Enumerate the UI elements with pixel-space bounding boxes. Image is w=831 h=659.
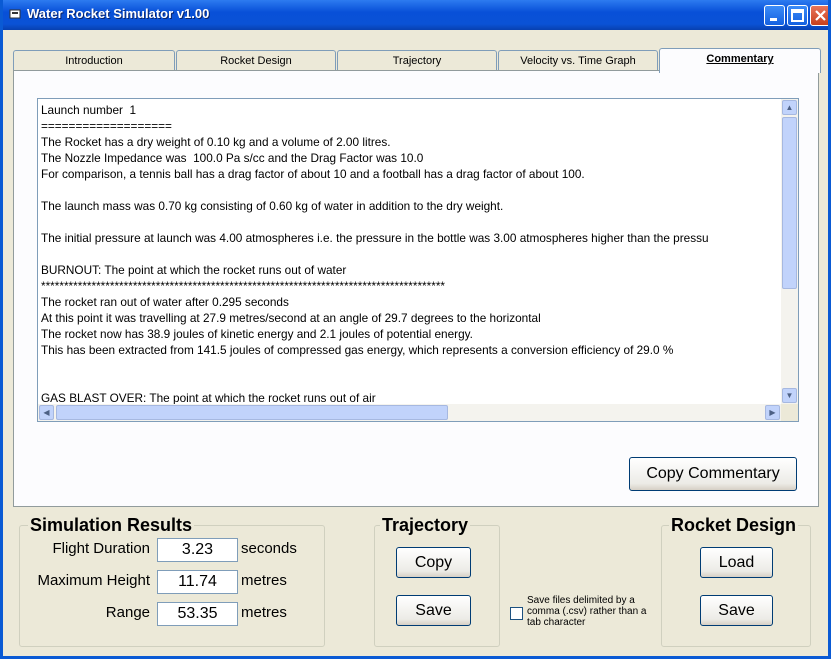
commentary-line: The rocket now has 38.9 joules of kineti… — [41, 327, 473, 341]
rocket-design-load-button[interactable]: Load — [700, 547, 773, 578]
close-button[interactable] — [810, 5, 828, 26]
commentary-line: This has been extracted from 141.5 joule… — [41, 343, 674, 357]
scroll-right-icon[interactable]: ▶ — [765, 405, 780, 420]
commentary-line: For comparison, a tennis ball has a drag… — [41, 167, 585, 181]
horizontal-scrollbar[interactable]: ◀ ▶ — [38, 404, 781, 421]
window-title: Water Rocket Simulator v1.00 — [27, 6, 210, 21]
scroll-left-icon[interactable]: ◀ — [39, 405, 54, 420]
scroll-corner — [781, 404, 798, 421]
trajectory-title: Trajectory — [380, 515, 471, 536]
rocket-icon — [9, 9, 21, 19]
vertical-scroll-thumb[interactable] — [782, 117, 797, 289]
scroll-up-icon[interactable]: ▲ — [782, 100, 797, 115]
maximum-height-label: Maximum Height — [37, 572, 150, 589]
flight-duration-label: Flight Duration — [52, 540, 150, 557]
minimize-icon — [770, 18, 777, 21]
trajectory-group: Trajectory Copy Save — [374, 515, 500, 647]
copy-commentary-button[interactable]: Copy Commentary — [629, 457, 797, 491]
commentary-line — [41, 182, 782, 198]
commentary-line — [41, 214, 782, 230]
commentary-panel: Launch number 1 =================== The Ro… — [13, 70, 819, 507]
flight-duration-unit: seconds — [241, 540, 297, 557]
trajectory-copy-button[interactable]: Copy — [396, 547, 471, 578]
commentary-line: The launch mass was 0.70 kg consisting o… — [41, 199, 504, 213]
commentary-line: GAS BLAST OVER: The point at which the r… — [41, 391, 376, 404]
tab-trajectory[interactable]: Trajectory — [337, 50, 497, 72]
commentary-line: The Rocket has a dry weight of 0.10 kg a… — [41, 135, 391, 149]
commentary-line: The Nozzle Impedance was 100.0 Pa s/cc a… — [41, 151, 424, 165]
tab-commentary[interactable]: Commentary — [659, 48, 821, 73]
horizontal-scroll-thumb[interactable] — [56, 405, 448, 420]
csv-delimiter-label: Save files delimited by a comma (.csv) r… — [527, 595, 647, 628]
commentary-line: The initial pressure at launch was 4.00 … — [41, 231, 709, 245]
maximum-height-value: 11.74 — [157, 570, 238, 594]
maximize-button[interactable] — [787, 5, 808, 26]
commentary-line: At this point it was travelling at 27.9 … — [41, 311, 541, 325]
maximize-icon — [791, 9, 804, 22]
rocket-design-save-button[interactable]: Save — [700, 595, 773, 626]
range-value: 53.35 — [157, 602, 238, 626]
range-unit: metres — [241, 604, 287, 621]
commentary-line — [41, 246, 782, 262]
csv-delimiter-checkbox[interactable] — [510, 607, 523, 620]
rocket-design-title: Rocket Design — [669, 515, 799, 536]
commentary-line: Launch number 1 — [41, 103, 137, 117]
simulation-results-group: Simulation Results Flight Duration 3.23 … — [19, 515, 325, 647]
commentary-line: BURNOUT: The point at which the rocket r… — [41, 263, 347, 277]
tab-velocity-graph[interactable]: Velocity vs. Time Graph — [498, 50, 658, 72]
commentary-line: The rocket ran out of water after 0.295 … — [41, 295, 289, 309]
app-window: Water Rocket Simulator v1.00 Introductio… — [0, 0, 831, 659]
minimize-button[interactable] — [764, 5, 785, 26]
commentary-text: Launch number 1 =================== The Ro… — [41, 102, 782, 404]
commentary-line: =================== — [41, 119, 172, 133]
title-bar[interactable]: Water Rocket Simulator v1.00 — [3, 0, 828, 30]
range-label: Range — [105, 604, 150, 621]
flight-duration-value: 3.23 — [157, 538, 238, 562]
commentary-line — [41, 374, 782, 390]
scroll-down-icon[interactable]: ▼ — [782, 388, 797, 403]
commentary-textbox[interactable]: Launch number 1 =================== The Ro… — [37, 98, 799, 422]
rocket-design-group: Rocket Design Load Save — [661, 515, 811, 647]
vertical-scrollbar[interactable]: ▲ ▼ — [781, 99, 798, 404]
commentary-line: ****************************************… — [41, 279, 445, 293]
maximum-height-unit: metres — [241, 572, 287, 589]
close-icon — [815, 10, 826, 21]
tab-rocket-design[interactable]: Rocket Design — [176, 50, 336, 72]
commentary-line — [41, 358, 782, 374]
simulation-results-title: Simulation Results — [28, 515, 195, 536]
trajectory-save-button[interactable]: Save — [396, 595, 471, 626]
tab-introduction[interactable]: Introduction — [13, 50, 175, 72]
tab-strip: Introduction Rocket Design Trajectory Ve… — [13, 48, 821, 73]
